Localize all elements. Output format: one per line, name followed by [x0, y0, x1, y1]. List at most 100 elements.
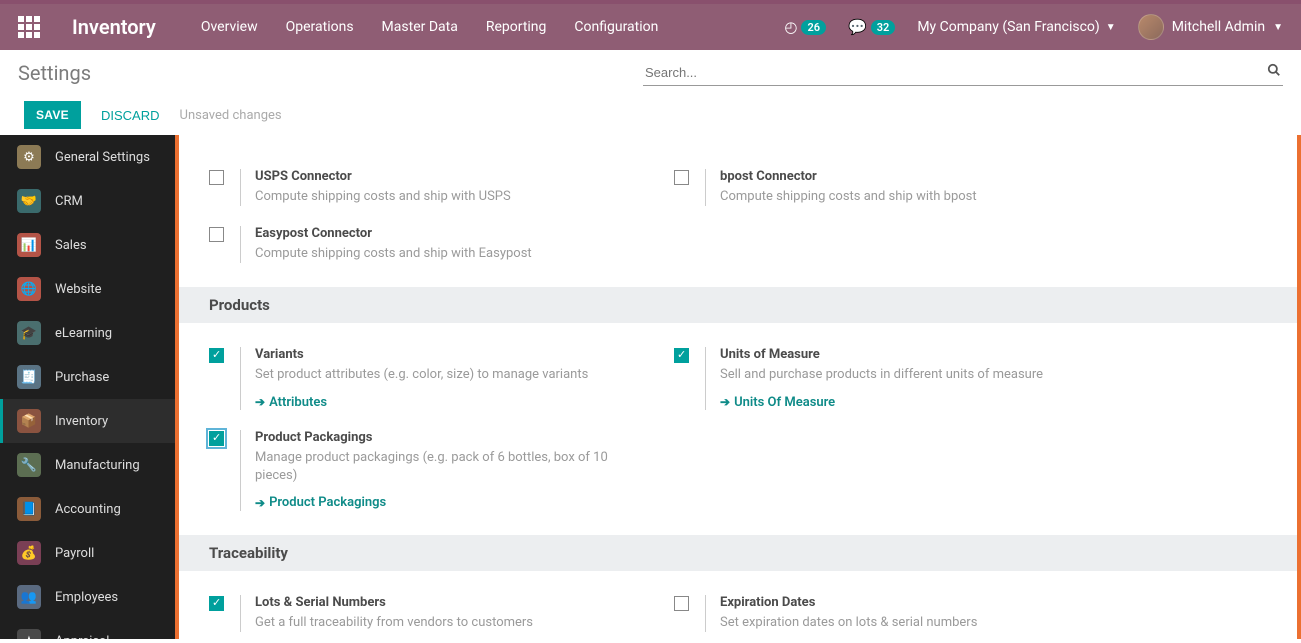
chat-icon: 💬: [848, 18, 867, 36]
sidebar-item-crm[interactable]: 🤝 CRM: [0, 179, 175, 223]
sidebar-icon: 📦: [17, 409, 41, 433]
setting-desc: Compute shipping costs and ship with bpo…: [720, 188, 977, 206]
setting-checkbox[interactable]: [674, 170, 689, 207]
setting-desc: Set product attributes (e.g. color, size…: [255, 366, 588, 384]
sidebar-icon: 📊: [17, 233, 41, 257]
sidebar-icon: 📘: [17, 497, 41, 521]
setting-desc: Set expiration dates on lots & serial nu…: [720, 614, 977, 632]
menu-operations[interactable]: Operations: [286, 19, 354, 35]
setting-product-packagings: Product PackagingsManage product packagi…: [189, 420, 654, 521]
sidebar-icon: 🤝: [17, 189, 41, 213]
setting-lots-serial-numbers: Lots & Serial NumbersGet a full traceabi…: [189, 585, 654, 639]
search-input[interactable]: [645, 65, 1267, 80]
app-brand[interactable]: Inventory: [72, 15, 156, 39]
sidebar-label: Payroll: [55, 546, 94, 561]
sidebar-item-elearning[interactable]: 🎓 eLearning: [0, 311, 175, 355]
settings-sidebar: ⚙ General Settings 🤝 CRM 📊 Sales 🌐Website 🎓 eLea…: [0, 135, 175, 639]
action-bar: SAVE DISCARD Unsaved changes: [0, 95, 1301, 135]
sidebar-label: General Settings: [55, 150, 150, 165]
setting-variants: Variants Set product attributes (e.g. col…: [189, 337, 654, 420]
discard-button[interactable]: DISCARD: [101, 108, 160, 123]
setting-bpost-connector: bpost Connector Compute shipping costs an…: [654, 159, 1119, 216]
setting-checkbox[interactable]: [674, 348, 689, 411]
sidebar-icon: 💰: [17, 541, 41, 565]
setting-link[interactable]: ➔ Units Of Measure: [720, 395, 835, 410]
search-field[interactable]: [643, 59, 1283, 86]
clock-icon: ◴: [784, 18, 797, 36]
sidebar-item-purchase[interactable]: 🧾 Purchase: [0, 355, 175, 399]
menu-master-data[interactable]: Master Data: [382, 19, 458, 35]
sidebar-icon: 🧾: [17, 365, 41, 389]
sidebar-label: Sales: [55, 238, 87, 253]
sidebar-item-inventory[interactable]: 📦 Inventory: [0, 399, 175, 443]
apps-icon[interactable]: [18, 16, 44, 38]
setting-title: Variants: [255, 347, 588, 362]
top-navbar: Inventory Overview Operations Master Dat…: [0, 0, 1301, 50]
sidebar-item-manufacturing[interactable]: 🔧Manufacturing: [0, 443, 175, 487]
sidebar-item-payroll[interactable]: 💰 Payroll: [0, 531, 175, 575]
setting-title: USPS Connector: [255, 169, 511, 184]
sidebar-item-general-settings[interactable]: ⚙ General Settings: [0, 135, 175, 179]
arrow-right-icon: ➔: [255, 496, 265, 510]
sidebar-label: CRM: [55, 194, 83, 209]
sidebar-item-sales[interactable]: 📊 Sales: [0, 223, 175, 267]
setting-link[interactable]: ➔ Product Packagings: [255, 495, 386, 510]
chevron-down-icon: ▼: [1273, 22, 1283, 33]
sidebar-item-website[interactable]: 🌐Website: [0, 267, 175, 311]
avatar: [1138, 14, 1164, 40]
search-icon[interactable]: [1267, 63, 1281, 81]
sidebar-label: Inventory: [55, 414, 108, 429]
sidebar-icon: ⚙: [17, 145, 41, 169]
sidebar-item-accounting[interactable]: 📘 Accounting: [0, 487, 175, 531]
setting-checkbox[interactable]: [209, 227, 224, 264]
sidebar-label: Appraisal: [55, 634, 109, 640]
setting-checkbox[interactable]: [674, 596, 689, 633]
company-switcher[interactable]: My Company (San Francisco) ▼: [917, 19, 1115, 35]
sidebar-item-appraisal[interactable]: ★ Appraisal: [0, 619, 175, 639]
control-bar: Settings: [0, 50, 1301, 95]
sidebar-icon: 🎓: [17, 321, 41, 345]
setting-title: bpost Connector: [720, 169, 977, 184]
section-products: Products: [179, 287, 1297, 323]
sidebar-item-employees[interactable]: 👥 Employees: [0, 575, 175, 619]
setting-desc: Compute shipping costs and ship with USP…: [255, 188, 511, 206]
setting-checkbox[interactable]: [209, 348, 224, 411]
activity-count: 26: [801, 20, 826, 35]
sidebar-icon: 👥: [17, 585, 41, 609]
setting-title: Product Packagings: [255, 430, 634, 445]
unsaved-label: Unsaved changes: [180, 108, 282, 123]
sidebar-label: Accounting: [55, 502, 121, 517]
setting-title: Easypost Connector: [255, 226, 532, 241]
user-name: Mitchell Admin: [1172, 19, 1265, 35]
sidebar-label: Manufacturing: [55, 458, 140, 473]
setting-checkbox[interactable]: [209, 596, 224, 633]
sidebar-icon: 🌐: [17, 277, 41, 301]
messages-indicator[interactable]: 💬 32: [848, 18, 895, 36]
setting-checkbox[interactable]: [209, 431, 224, 512]
setting-desc: Compute shipping costs and ship with Eas…: [255, 245, 532, 263]
menu-overview[interactable]: Overview: [201, 19, 258, 35]
section-traceability: Traceability: [179, 535, 1297, 571]
setting-units-of-measure: Units of Measure Sell and purchase produc…: [654, 337, 1119, 420]
sidebar-label: Employees: [55, 590, 118, 605]
user-menu[interactable]: Mitchell Admin ▼: [1138, 14, 1283, 40]
setting-desc: Sell and purchase products in different …: [720, 366, 1043, 384]
activity-indicator[interactable]: ◴ 26: [784, 18, 826, 36]
setting-title: Expiration Dates: [720, 595, 977, 610]
setting-title: Units of Measure: [720, 347, 1043, 362]
menu-reporting[interactable]: Reporting: [486, 19, 547, 35]
arrow-right-icon: ➔: [720, 395, 730, 409]
setting-link[interactable]: ➔ Attributes: [255, 395, 327, 410]
setting-desc: Get a full traceability from vendors to …: [255, 614, 533, 632]
company-name: My Company (San Francisco): [917, 19, 1099, 35]
menu-configuration[interactable]: Configuration: [574, 19, 658, 35]
setting-expiration-dates: Expiration Dates Set expiration dates on …: [654, 585, 1119, 639]
sidebar-label: Purchase: [55, 370, 109, 385]
arrow-right-icon: ➔: [255, 395, 265, 409]
sidebar-icon: ★: [17, 629, 41, 639]
chevron-down-icon: ▼: [1106, 22, 1116, 33]
save-button[interactable]: SAVE: [24, 101, 81, 129]
settings-content: USPS Connector Compute shipping costs and…: [175, 135, 1301, 639]
setting-checkbox[interactable]: [209, 170, 224, 207]
sidebar-label: eLearning: [55, 326, 112, 341]
